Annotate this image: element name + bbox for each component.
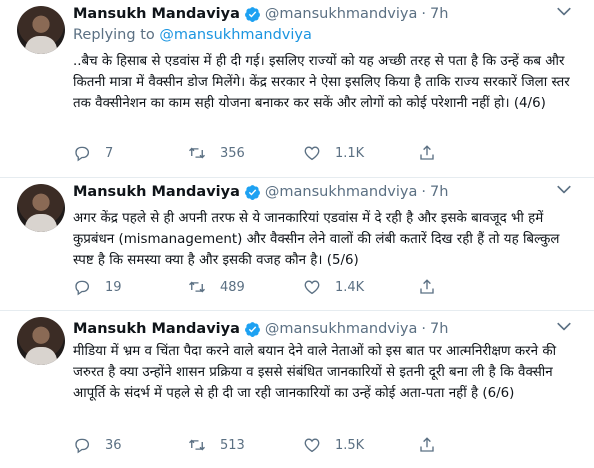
share-button[interactable]	[418, 275, 533, 299]
author-name[interactable]: Mansukh Mandaviya	[73, 321, 240, 337]
more-options-icon[interactable]	[554, 180, 574, 200]
share-button[interactable]	[418, 141, 533, 165]
like-button[interactable]: 1.5K	[303, 433, 418, 457]
retweet-count: 513	[220, 437, 245, 453]
reply-prefix: Replying to	[73, 27, 155, 43]
reply-icon	[75, 280, 90, 296]
retweet-button[interactable]: 489	[188, 275, 303, 299]
like-count: 1.5K	[335, 437, 365, 453]
reply-to-link[interactable]: @mansukhmandviya	[159, 27, 312, 43]
timestamp[interactable]: 7h	[430, 6, 448, 22]
avatar[interactable]	[17, 184, 65, 232]
tweet-thread: Mansukh Mandaviya @mansukhmandviya · 7h …	[0, 0, 594, 468]
retweet-icon	[189, 281, 205, 293]
reply-button[interactable]: 7	[73, 141, 188, 165]
author-handle[interactable]: @mansukhmandviya	[265, 6, 418, 22]
tweet[interactable]: Mansukh Mandaviya @mansukhmandviya · 7h …	[0, 311, 594, 468]
share-button[interactable]	[418, 433, 533, 457]
reply-count: 36	[105, 437, 122, 453]
verified-badge-icon	[244, 321, 260, 337]
like-count: 1.4K	[335, 279, 365, 295]
avatar[interactable]	[17, 6, 65, 54]
retweet-count: 489	[220, 279, 245, 295]
author-handle[interactable]: @mansukhmandviya	[265, 184, 418, 200]
verified-badge-icon	[244, 6, 260, 22]
more-options-icon[interactable]	[554, 2, 574, 22]
separator-dot: ·	[421, 184, 426, 200]
avatar[interactable]	[17, 317, 65, 365]
timestamp[interactable]: 7h	[430, 321, 448, 337]
separator-dot: ·	[421, 6, 426, 22]
heart-icon	[304, 438, 320, 453]
like-count: 1.1K	[335, 145, 365, 161]
tweet-text: अगर केंद्र पहले से ही अपनी तरफ से ये जान…	[73, 211, 564, 268]
tweet[interactable]: Mansukh Mandaviya @mansukhmandviya · 7h …	[0, 0, 594, 178]
retweet-icon	[189, 439, 205, 451]
more-options-icon[interactable]	[554, 317, 574, 337]
reply-context: Replying to @mansukhmandviya	[73, 27, 580, 43]
heart-icon	[304, 146, 320, 161]
like-button[interactable]: 1.4K	[303, 275, 418, 299]
like-button[interactable]: 1.1K	[303, 141, 418, 165]
reply-count: 7	[105, 145, 114, 161]
reply-button[interactable]: 36	[73, 433, 188, 457]
reply-button[interactable]: 19	[73, 275, 188, 299]
reply-icon	[75, 146, 90, 162]
timestamp[interactable]: 7h	[430, 184, 448, 200]
retweet-button[interactable]: 356	[188, 141, 303, 165]
share-icon	[420, 145, 434, 160]
retweet-count: 356	[220, 145, 245, 161]
author-handle[interactable]: @mansukhmandviya	[265, 321, 418, 337]
reply-count: 19	[105, 279, 122, 295]
separator-dot: ·	[421, 321, 426, 337]
retweet-button[interactable]: 513	[188, 433, 303, 457]
tweet-text: मीडिया में भ्रम व चिंता पैदा करने वाले ब…	[73, 344, 561, 401]
retweet-icon	[189, 147, 205, 159]
heart-icon	[304, 280, 320, 295]
share-icon	[420, 437, 434, 452]
tweet-text: ..बैच के हिसाब से एडवांस में ही दी गई। इ…	[73, 54, 575, 111]
share-icon	[420, 279, 434, 294]
author-name[interactable]: Mansukh Mandaviya	[73, 6, 240, 22]
tweet[interactable]: Mansukh Mandaviya @mansukhmandviya · 7h …	[0, 178, 594, 311]
reply-icon	[75, 438, 90, 454]
author-name[interactable]: Mansukh Mandaviya	[73, 184, 240, 200]
verified-badge-icon	[244, 184, 260, 200]
